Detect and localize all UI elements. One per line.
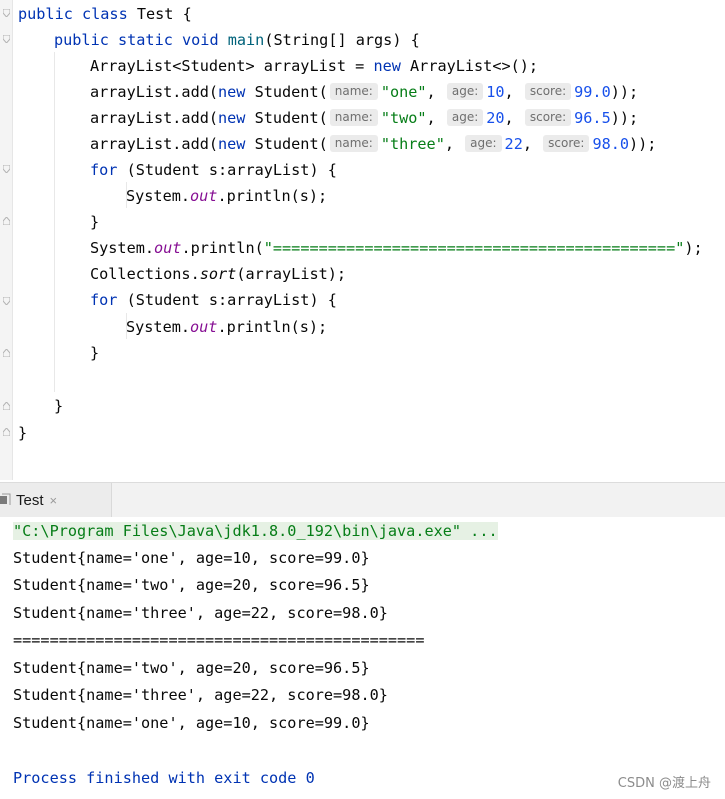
console-output-line: Student{name='three', age=22, score=98.0…: [13, 604, 388, 622]
code-line: arrayList.add(new Student(name: "two", ag…: [90, 109, 639, 127]
param-hint: age:: [465, 135, 502, 152]
console-command-line: "C:\Program Files\Java\jdk1.8.0_192\bin\…: [13, 522, 498, 540]
param-hint: score:: [524, 83, 572, 100]
param-hint: age:: [446, 83, 484, 100]
tab-label: Test: [16, 491, 44, 509]
fold-icon[interactable]: [3, 428, 10, 436]
fold-icon[interactable]: [3, 35, 10, 43]
code-line: arrayList.add(new Student(name: "one", ag…: [90, 83, 639, 101]
watermark: CSDN @渡上舟: [617, 776, 711, 791]
code-line: System.out.println(s);: [126, 318, 328, 336]
fold-icon[interactable]: [3, 165, 10, 173]
param-hint: score:: [543, 135, 590, 152]
close-icon[interactable]: ×: [50, 493, 58, 508]
console-output-line: Student{name='three', age=22, score=98.0…: [13, 686, 388, 704]
indent-guide: [54, 52, 55, 392]
param-hint: name:: [329, 83, 378, 100]
fold-icon[interactable]: [3, 217, 10, 225]
fold-icon[interactable]: [3, 297, 10, 305]
console-output-line: Student{name='two', age=20, score=96.5}: [13, 576, 370, 594]
tab-run-test[interactable]: Test ×: [0, 483, 112, 517]
code-line: for (Student s:arrayList) {: [90, 291, 337, 309]
code-line: Collections.sort(arrayList);: [90, 265, 347, 283]
run-tool-window-header: Test ×: [0, 482, 725, 518]
console-output-line: Student{name='two', age=20, score=96.5}: [13, 659, 370, 677]
param-hint: name:: [329, 109, 378, 126]
run-config-icon: [0, 493, 12, 507]
code-line: }: [18, 424, 28, 442]
console-output-line: Student{name='one', age=10, score=99.0}: [13, 549, 370, 567]
code-line: for (Student s:arrayList) {: [90, 161, 337, 179]
console-output-line: Student{name='one', age=10, score=99.0}: [13, 714, 370, 732]
code-line: arrayList.add(new Student(name: "three", …: [90, 135, 657, 153]
param-hint: name:: [329, 135, 378, 152]
code-line: System.out.println("====================…: [90, 239, 703, 257]
code-line: public class Test {: [18, 5, 192, 23]
process-exit-message: Process finished with exit code 0: [13, 769, 315, 787]
fold-icon[interactable]: [3, 402, 10, 410]
code-line: public static void main(String[] args) {: [54, 31, 420, 49]
console-output-line: ========================================…: [13, 631, 425, 649]
code-editor[interactable]: public class Test { public static void m…: [0, 0, 725, 480]
code-line: System.out.println(s);: [126, 187, 328, 205]
code-line: }: [54, 397, 64, 415]
fold-icon[interactable]: [3, 9, 10, 17]
param-hint: score:: [524, 109, 572, 126]
param-hint: age:: [446, 109, 484, 126]
editor-gutter: [0, 0, 13, 480]
code-line: }: [90, 213, 100, 231]
code-line: }: [90, 344, 100, 362]
run-console[interactable]: "C:\Program Files\Java\jdk1.8.0_192\bin\…: [0, 517, 725, 799]
fold-icon[interactable]: [3, 349, 10, 357]
code-line: ArrayList<Student> arrayList = new Array…: [90, 57, 539, 75]
